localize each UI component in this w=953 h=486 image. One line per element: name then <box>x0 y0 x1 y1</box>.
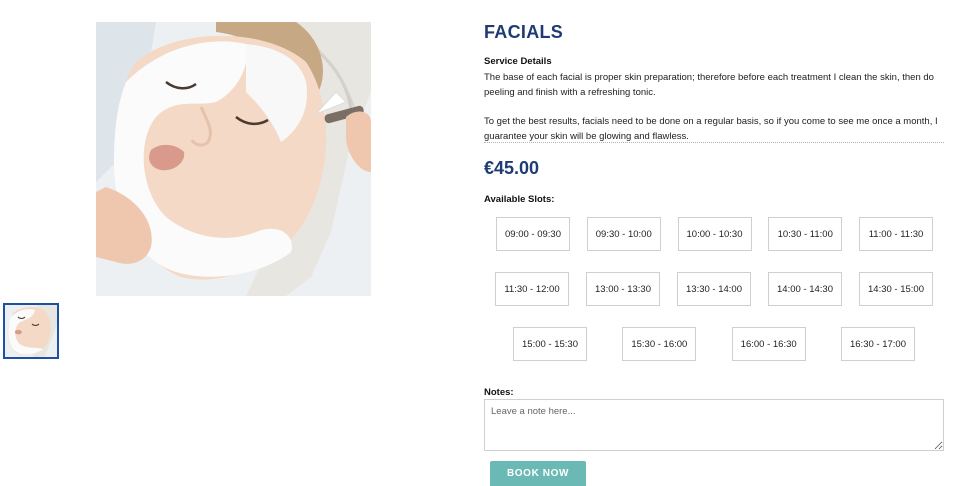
time-slot-button[interactable]: 10:00 - 10:30 <box>677 217 752 251</box>
book-now-button[interactable]: BOOK NOW <box>490 461 586 486</box>
notes-label: Notes: <box>484 387 514 398</box>
time-slot-button[interactable]: 16:30 - 17:00 <box>840 327 915 361</box>
time-slot-button[interactable]: 16:00 - 16:30 <box>731 327 806 361</box>
slots-row: 09:00 - 09:30 09:30 - 10:00 10:00 - 10:3… <box>484 217 946 251</box>
time-slot-button[interactable]: 15:00 - 15:30 <box>513 327 587 361</box>
time-slot-button[interactable]: 14:30 - 15:00 <box>859 272 933 306</box>
time-slot-button[interactable]: 14:00 - 14:30 <box>768 272 842 306</box>
price: €45.00 <box>484 158 540 178</box>
time-slot-button[interactable]: 09:30 - 10:00 <box>586 217 661 251</box>
time-slot-button[interactable]: 09:00 - 09:30 <box>496 217 570 251</box>
product-main-image <box>96 22 371 296</box>
time-slot-button[interactable]: 11:30 - 12:00 <box>495 272 569 306</box>
facial-mask-thumbnail-icon <box>5 305 57 357</box>
service-details-label: Service Details <box>484 56 552 67</box>
divider <box>484 142 944 143</box>
time-slot-button[interactable]: 13:00 - 13:30 <box>586 272 660 306</box>
slots-row: 15:00 - 15:30 15:30 - 16:00 16:00 - 16:3… <box>484 327 946 361</box>
time-slot-button[interactable]: 10:30 - 11:00 <box>768 217 843 251</box>
facial-mask-photo <box>96 22 371 296</box>
notes-textarea[interactable] <box>484 399 944 451</box>
available-slots-label: Available Slots: <box>484 194 555 205</box>
time-slot-button[interactable]: 13:30 - 14:00 <box>677 272 751 306</box>
slots-row: 11:30 - 12:00 13:00 - 13:30 13:30 - 14:0… <box>484 272 946 306</box>
product-title: FACIALS <box>484 22 564 42</box>
product-thumbnail[interactable] <box>3 303 59 359</box>
description-paragraph: To get the best results, facials need to… <box>484 116 938 142</box>
service-description: The base of each facial is proper skin p… <box>484 70 946 144</box>
time-slot-button[interactable]: 15:30 - 16:00 <box>622 327 697 361</box>
description-paragraph: The base of each facial is proper skin p… <box>484 72 934 98</box>
time-slot-button[interactable]: 11:00 - 11:30 <box>859 217 933 251</box>
